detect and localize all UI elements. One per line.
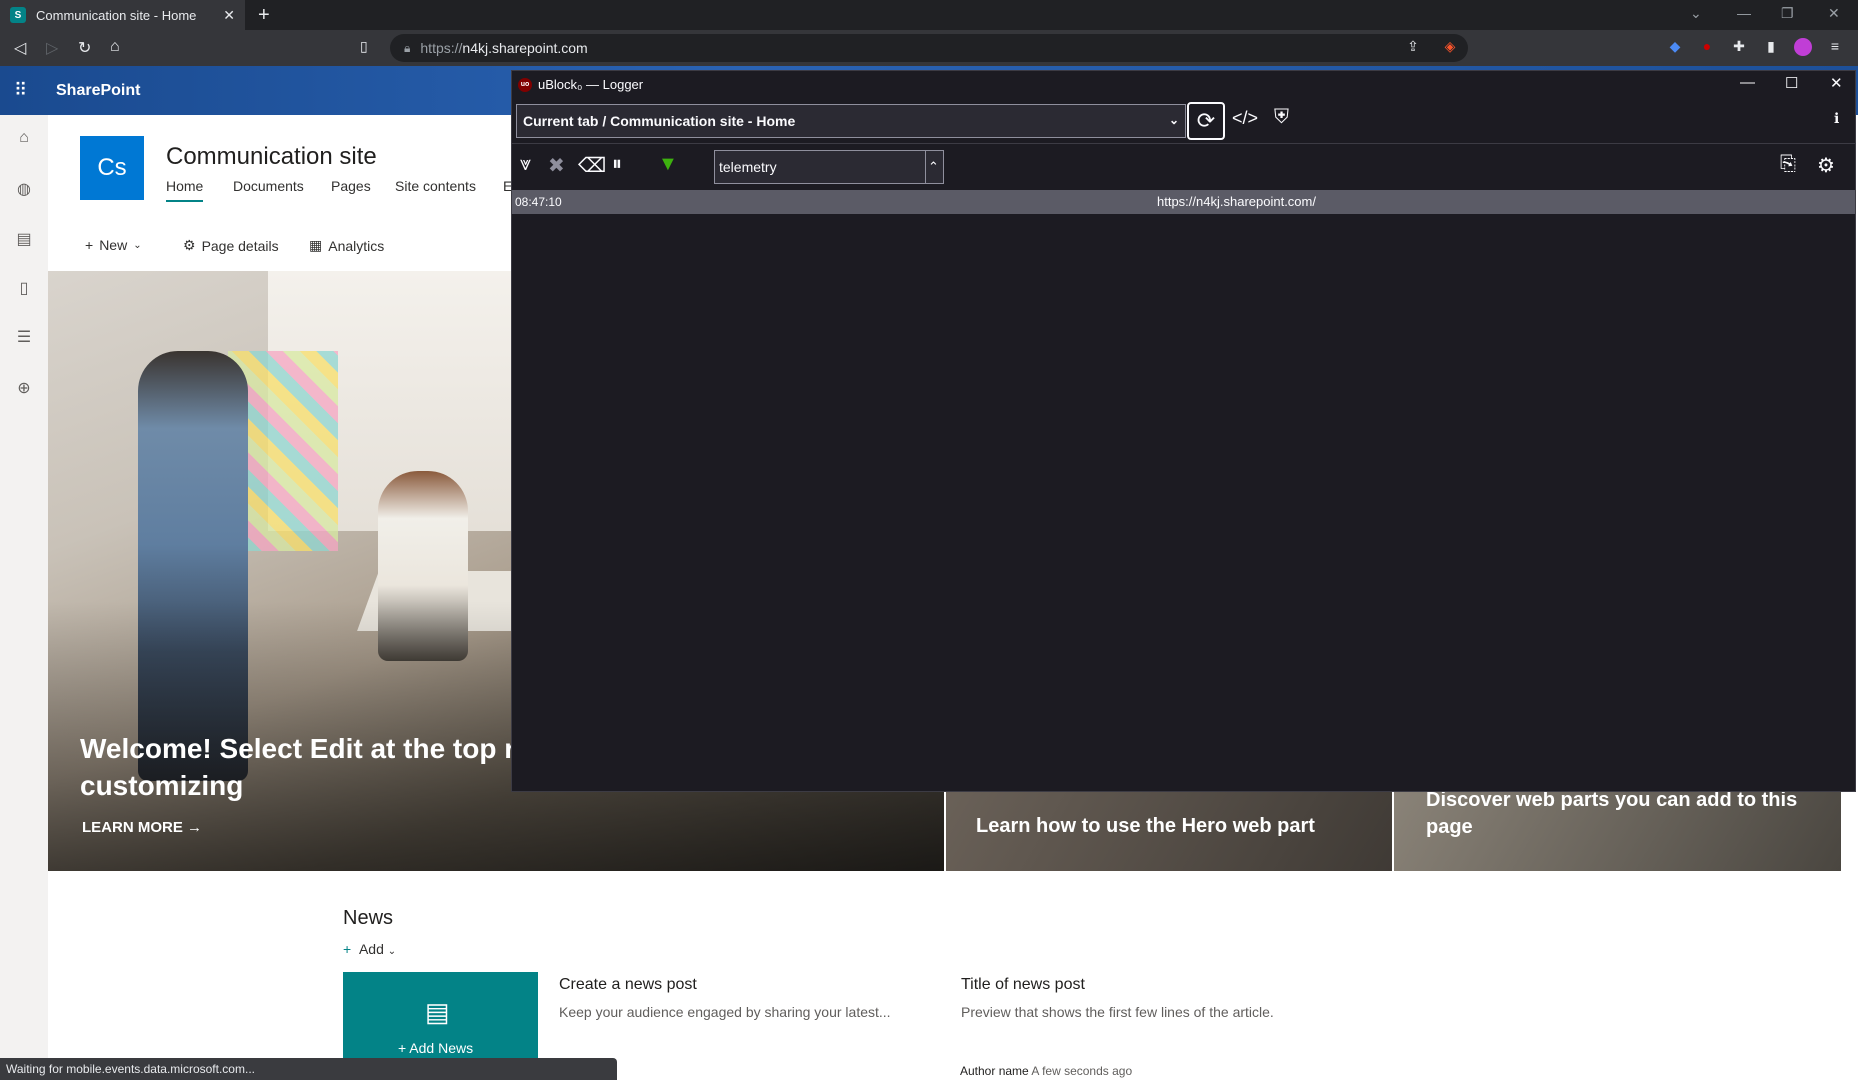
bitwarden-icon[interactable]: ◆ xyxy=(1666,38,1684,56)
news-icon: ▤ xyxy=(425,997,450,1027)
nav-documents[interactable]: Documents xyxy=(233,178,304,194)
hero-tile-3[interactable]: Discover web parts you can add to this p… xyxy=(1394,789,1841,871)
dom-inspector-icon[interactable]: </> xyxy=(1232,108,1258,129)
news-title: News xyxy=(343,907,394,929)
news-add-button[interactable]: + Add ⌄ xyxy=(343,941,396,957)
entry-time: 08:47:10 xyxy=(515,195,562,209)
minimize-icon[interactable]: — xyxy=(1740,74,1755,91)
address-bar[interactable]: 🔒︎ https://n4kj.sharepoint.com xyxy=(390,34,1468,62)
share-icon[interactable]: ⇪ xyxy=(1404,38,1422,56)
app-launcher-icon[interactable]: ⠿ xyxy=(14,80,27,101)
settings-icon[interactable]: ⚙ xyxy=(1817,153,1835,178)
new-button[interactable]: + New ⌄ xyxy=(85,237,142,253)
nav-pages[interactable]: Pages xyxy=(331,178,371,194)
home-icon[interactable]: ⌂ xyxy=(110,38,120,56)
left-rail: ⌂ ◍ ▤ ▯ ☰ ⊕ xyxy=(0,115,48,1065)
sharepoint-favicon-icon: S xyxy=(10,7,26,23)
ublock-logger-window: uo uBlock₀ — Logger — ☐ ✕ Current tab / … xyxy=(511,70,1856,792)
page-details-button[interactable]: ⚙ Page details xyxy=(183,237,279,254)
brave-shield-icon[interactable]: ◈ xyxy=(1441,38,1459,56)
forward-icon[interactable]: ▷ xyxy=(46,38,58,58)
site-logo[interactable]: Cs xyxy=(80,136,144,200)
hero-tile-2[interactable]: Learn how to use the Hero web part xyxy=(946,789,1392,871)
plus-icon: + xyxy=(85,237,94,253)
ublock-shield-icon[interactable]: ⛨ xyxy=(1274,106,1289,129)
nav-home[interactable]: Home xyxy=(166,178,204,202)
profile-avatar[interactable] xyxy=(1794,38,1812,56)
logger-filter-bar: ⩔ ✖ ⌫ ⏸ ▼ telemetry ⌃ ⎘ ⚙ xyxy=(512,145,1855,190)
learn-more-link[interactable]: LEARN MORE → xyxy=(82,819,202,836)
lock-icon: 🔒︎ xyxy=(404,40,411,55)
news-icon[interactable]: ▤ xyxy=(12,229,36,253)
create-icon[interactable]: ⊕ xyxy=(12,378,36,402)
sharepoint-brand[interactable]: SharePoint xyxy=(56,82,140,100)
globe-icon[interactable]: ◍ xyxy=(12,179,36,203)
news-post-title[interactable]: Title of news post xyxy=(961,976,1085,994)
news-post-title[interactable]: Create a news post xyxy=(559,976,697,994)
gear-icon: ⚙ xyxy=(183,237,196,253)
browser-tab[interactable]: S Communication site - Home ✕ xyxy=(0,0,245,30)
news-post-description: Keep your audience engaged by sharing yo… xyxy=(559,1004,891,1020)
address-url: https://n4kj.sharepoint.com xyxy=(420,40,588,56)
sidebar-icon[interactable]: ▮ xyxy=(1762,38,1780,56)
reload-tab-icon[interactable]: ⟳ xyxy=(1187,102,1225,140)
nav-site-contents[interactable]: Site contents xyxy=(395,178,476,194)
home-icon[interactable]: ⌂ xyxy=(12,129,36,153)
entry-url: https://n4kj.sharepoint.com/ xyxy=(1157,194,1316,209)
eraser-icon[interactable]: ⌫ xyxy=(578,153,606,178)
news-author: Author name A few seconds ago xyxy=(960,1064,1133,1078)
news-post-description: Preview that shows the first few lines o… xyxy=(961,1004,1274,1020)
extensions-icon[interactable]: ✚ xyxy=(1730,38,1748,56)
close-window-icon[interactable]: ✕ xyxy=(1828,5,1840,22)
logger-toolbar: Current tab / Communication site - Home … xyxy=(512,99,1855,144)
chevron-down-icon: ⌄ xyxy=(1168,113,1179,127)
restore-icon[interactable]: ❐ xyxy=(1781,5,1794,22)
logger-title: uBlock₀ — Logger xyxy=(538,77,644,92)
new-tab-icon[interactable]: + xyxy=(258,4,270,27)
site-title[interactable]: Communication site xyxy=(166,143,377,171)
pause-icon[interactable]: ⏸ xyxy=(612,153,622,176)
clear-icon[interactable]: ✖ xyxy=(548,153,565,178)
info-icon[interactable]: ℹ xyxy=(1834,110,1839,127)
tab-title: Communication site - Home xyxy=(36,7,197,23)
scroll-to-bottom-icon[interactable]: ⩔ xyxy=(520,153,531,176)
reload-icon[interactable]: ↻ xyxy=(78,38,91,58)
export-icon[interactable]: ⎘ xyxy=(1780,153,1796,176)
browser-status-bar: Waiting for mobile.events.data.microsoft… xyxy=(0,1058,617,1080)
list-icon[interactable]: ☰ xyxy=(12,327,36,351)
tab-selector[interactable]: Current tab / Communication site - Home … xyxy=(516,104,1186,138)
chevron-down-icon: ⌄ xyxy=(133,239,142,251)
logger-titlebar: uo uBlock₀ — Logger — ☐ ✕ xyxy=(512,71,1855,99)
minimize-icon[interactable]: — xyxy=(1737,5,1751,21)
ublock-extension-icon[interactable]: ● xyxy=(1698,38,1716,56)
filter-input[interactable]: telemetry ⌃ xyxy=(714,150,944,184)
tab-close-icon[interactable]: ✕ xyxy=(223,7,235,24)
filter-icon[interactable]: ▼ xyxy=(658,153,678,176)
browser-tab-bar: S Communication site - Home ✕ + ⌄ — ❐ ✕ xyxy=(0,0,1858,30)
logger-entry-row[interactable]: 08:47:10 https://n4kj.sharepoint.com/ xyxy=(512,190,1855,214)
analytics-icon: ▦ xyxy=(309,237,323,253)
back-icon[interactable]: ◁ xyxy=(14,38,26,58)
maximize-icon[interactable]: ☐ xyxy=(1785,74,1798,92)
tab-search-icon[interactable]: ⌄ xyxy=(1690,5,1702,22)
close-icon[interactable]: ✕ xyxy=(1830,74,1843,92)
ublock-logo-icon: uo xyxy=(518,78,532,92)
bookmark-icon[interactable]: ▯ xyxy=(360,38,368,55)
chevron-up-icon[interactable]: ⌃ xyxy=(925,151,941,183)
analytics-button[interactable]: ▦ Analytics xyxy=(309,237,384,254)
file-icon[interactable]: ▯ xyxy=(12,278,36,302)
menu-icon[interactable]: ≡ xyxy=(1826,38,1844,56)
